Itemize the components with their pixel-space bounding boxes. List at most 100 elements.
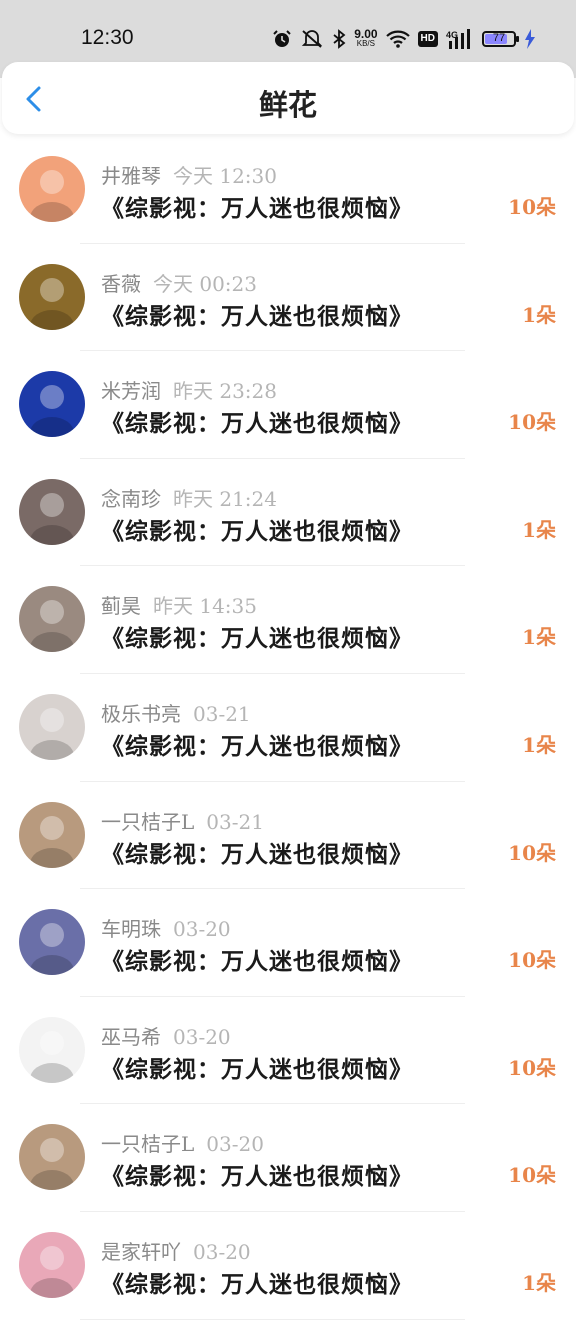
item-meta: 巫马希 03-20 <box>101 1021 231 1050</box>
avatar-image <box>19 586 85 653</box>
flower-count: 10朵 <box>508 1055 556 1080</box>
user-name[interactable]: 是家轩吖 <box>101 1240 181 1264</box>
avatar-image <box>19 909 85 976</box>
bluetooth-icon <box>333 29 346 49</box>
book-title[interactable]: 《综影视：万人迷也很烦恼》 <box>101 1050 413 1084</box>
avatar[interactable] <box>19 1124 85 1191</box>
timestamp: 今天 00:23 <box>153 271 257 296</box>
flower-count: 10朵 <box>508 195 556 219</box>
timestamp: 昨天 14:35 <box>153 594 257 619</box>
avatar[interactable] <box>19 1231 85 1298</box>
timestamp: 03-20 <box>193 1239 251 1264</box>
battery-level: 77 <box>492 32 506 44</box>
book-title[interactable]: 《综影视：万人迷也很烦恼》 <box>101 835 413 869</box>
book-title[interactable]: 《综影视：万人迷也很烦恼》 <box>101 189 413 223</box>
divider <box>80 1318 465 1320</box>
timestamp: 今天 12:30 <box>173 164 277 188</box>
item-meta: 极乐书亮 03-21 <box>101 698 251 727</box>
timestamp: 03-20 <box>173 1024 231 1049</box>
item-meta: 蓟昊 昨天 14:35 <box>101 590 257 619</box>
user-name[interactable]: 一只桔子L <box>101 810 194 834</box>
mute-icon <box>302 30 323 48</box>
item-meta: 一只桔子L 03-20 <box>101 1128 264 1157</box>
item-meta: 念南珍 昨天 21:24 <box>101 483 277 512</box>
user-name[interactable]: 井雅琴 <box>101 164 161 188</box>
avatar-image <box>19 1016 85 1083</box>
book-title[interactable]: 《综影视：万人迷也很烦恼》 <box>101 297 413 331</box>
avatar-image <box>19 371 85 438</box>
flower-count: 10朵 <box>508 410 556 435</box>
timestamp: 03-21 <box>206 809 264 834</box>
item-meta: 一只桔子L 03-21 <box>101 806 264 835</box>
status-time: 12:30 <box>81 26 134 49</box>
timestamp: 03-21 <box>193 701 251 726</box>
avatar-image <box>19 1124 85 1191</box>
flower-count: 1朵 <box>522 517 556 542</box>
list-item[interactable]: 极乐书亮 03-21 《综影视：万人迷也很烦恼》 1朵 <box>0 674 576 782</box>
battery-indicator: 77 <box>482 31 519 47</box>
timestamp: 03-20 <box>206 1132 264 1157</box>
avatar[interactable] <box>19 263 85 330</box>
list-item[interactable]: 一只桔子L 03-21 《综影视：万人迷也很烦恼》 10朵 <box>0 782 576 890</box>
item-meta: 井雅琴 今天 12:30 <box>101 160 277 189</box>
avatar-image <box>19 478 85 545</box>
avatar-image <box>19 801 85 868</box>
signal-icon: 4G <box>446 29 470 49</box>
item-meta: 车明珠 03-20 <box>101 913 231 942</box>
net-speed: 9.00 KB/S <box>354 27 378 48</box>
book-title[interactable]: 《综影视：万人迷也很烦恼》 <box>101 1157 413 1191</box>
list-item[interactable]: 是家轩吖 03-20 《综影视：万人迷也很烦恼》 1朵 <box>0 1212 576 1320</box>
hd-badge: HD <box>417 31 438 47</box>
user-name[interactable]: 米芳润 <box>101 379 161 403</box>
avatar[interactable] <box>19 156 85 222</box>
avatar-image <box>19 263 85 330</box>
avatar-image <box>19 693 85 760</box>
item-meta: 米芳润 昨天 23:28 <box>101 375 277 404</box>
flower-count: 1朵 <box>522 302 556 327</box>
list-item[interactable]: 井雅琴 今天 12:30 《综影视：万人迷也很烦恼》 10朵 <box>0 136 576 244</box>
flower-records-list: 井雅琴 今天 12:30 《综影视：万人迷也很烦恼》 10朵 香薇 今天 00:23 《综影… <box>0 136 576 1320</box>
avatar[interactable] <box>19 909 85 976</box>
user-name[interactable]: 巫马希 <box>101 1025 161 1049</box>
timestamp: 昨天 23:28 <box>173 379 277 404</box>
avatar[interactable] <box>19 1016 85 1083</box>
flower-count: 10朵 <box>508 840 556 865</box>
item-meta: 香薇 今天 00:23 <box>101 268 257 297</box>
user-name[interactable]: 蓟昊 <box>101 594 141 618</box>
book-title[interactable]: 《综影视：万人迷也很烦恼》 <box>101 727 413 761</box>
book-title[interactable]: 《综影视：万人迷也很烦恼》 <box>101 512 413 546</box>
list-item[interactable]: 一只桔子L 03-20 《综影视：万人迷也很烦恼》 10朵 <box>0 1104 576 1212</box>
avatar-image <box>19 156 85 222</box>
status-icons: 9.00 KB/S HD 4G 77 <box>272 24 536 54</box>
page-title: 鲜花 <box>258 88 317 122</box>
list-item[interactable]: 车明珠 03-20 《综影视：万人迷也很烦恼》 10朵 <box>0 889 576 997</box>
book-title[interactable]: 《综影视：万人迷也很烦恼》 <box>101 1265 413 1299</box>
flower-count: 1朵 <box>522 1270 556 1295</box>
flower-count: 10朵 <box>508 1163 556 1188</box>
charging-icon <box>525 29 535 49</box>
avatar[interactable] <box>19 801 85 868</box>
list-item[interactable]: 香薇 今天 00:23 《综影视：万人迷也很烦恼》 1朵 <box>0 244 576 352</box>
timestamp: 昨天 21:24 <box>173 486 277 511</box>
user-name[interactable]: 一只桔子L <box>101 1132 194 1156</box>
user-name[interactable]: 念南珍 <box>101 487 161 511</box>
alarm-icon <box>273 30 291 47</box>
timestamp: 03-20 <box>173 917 231 942</box>
list-item[interactable]: 蓟昊 昨天 14:35 《综影视：万人迷也很烦恼》 1朵 <box>0 566 576 674</box>
avatar[interactable] <box>19 371 85 438</box>
user-name[interactable]: 香薇 <box>101 272 141 296</box>
list-item[interactable]: 念南珍 昨天 21:24 《综影视：万人迷也很烦恼》 1朵 <box>0 459 576 567</box>
list-item[interactable]: 巫马希 03-20 《综影视：万人迷也很烦恼》 10朵 <box>0 997 576 1105</box>
list-item[interactable]: 米芳润 昨天 23:28 《综影视：万人迷也很烦恼》 10朵 <box>0 351 576 459</box>
avatar[interactable] <box>19 478 85 545</box>
avatar[interactable] <box>19 586 85 653</box>
book-title[interactable]: 《综影视：万人迷也很烦恼》 <box>101 404 413 438</box>
user-name[interactable]: 极乐书亮 <box>101 702 181 726</box>
flower-count: 1朵 <box>522 732 556 757</box>
avatar[interactable] <box>19 693 85 760</box>
book-title[interactable]: 《综影视：万人迷也很烦恼》 <box>101 619 413 653</box>
item-meta: 是家轩吖 03-20 <box>101 1236 251 1265</box>
user-name[interactable]: 车明珠 <box>101 917 161 941</box>
avatar-image <box>19 1231 85 1298</box>
book-title[interactable]: 《综影视：万人迷也很烦恼》 <box>101 942 413 976</box>
